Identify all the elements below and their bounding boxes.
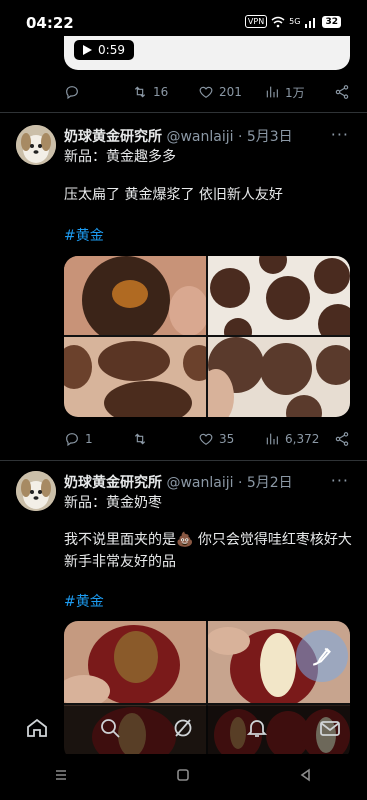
tweet-actions: 1 35 6,372 [64,429,350,449]
heart-icon [199,86,213,99]
like-count: 35 [219,432,235,446]
share-button[interactable] [334,431,350,447]
media-image-1[interactable] [64,621,206,703]
nav-home[interactable] [25,716,49,744]
media-image-1[interactable] [64,256,206,335]
signal-icon [305,17,316,28]
media-image-3[interactable] [64,337,206,417]
reply-button[interactable]: 1 [64,431,132,447]
reply-button[interactable] [64,84,132,100]
share-icon [335,432,349,446]
status-icons: VPN 5G 32 [244,15,341,28]
view-count: 1万 [285,85,305,100]
author-name[interactable]: 奶球黄金研究所 [64,129,162,145]
avatar[interactable] [16,471,56,511]
like-button[interactable]: 201 [198,84,264,100]
video-duration: 0:59 [98,43,125,57]
system-nav-bar [0,754,367,800]
vpn-badge: VPN [244,15,268,28]
search-icon [101,719,120,738]
nav-messages[interactable] [318,716,342,744]
reply-count: 1 [85,432,93,446]
heart-icon [199,433,213,446]
clock: 04:22 [26,14,74,32]
square-icon [177,769,190,781]
views-button[interactable]: 6,372 [264,431,334,447]
views-icon [266,433,278,445]
mail-icon [320,721,341,736]
tweet-date[interactable]: · 5月2日 [238,475,293,491]
retweet-icon [134,86,146,98]
like-count: 201 [219,85,242,99]
prev-tweet-actions: 16 201 1万 [64,82,350,102]
author-line: 奶球黄金研究所 @wanlaiji · 5月3日 [64,126,293,146]
reply-icon [66,433,78,447]
media-grid [64,256,350,417]
views-button[interactable]: 1万 [264,84,334,101]
retweet-count: 16 [153,85,169,99]
bell-icon [246,720,268,737]
tweet-text-line-1: 新品：黄金趣多多 [64,149,176,165]
bottom-nav [0,706,367,754]
retweet-button[interactable]: 16 [132,84,198,100]
compose-button[interactable] [296,630,348,682]
video-thumbnail[interactable]: 0:59 [64,36,350,70]
compose-icon [313,647,331,666]
share-icon [335,85,349,99]
menu-icon [56,770,67,780]
author-handle[interactable]: @wanlaiji [166,475,233,491]
author-handle[interactable]: @wanlaiji [166,129,233,145]
wifi-icon [271,16,285,27]
author-name[interactable]: 奶球黄金研究所 [64,475,162,491]
back-icon [300,768,310,782]
dog-avatar-image [16,125,56,165]
play-icon [83,45,93,55]
tweet-text-line-1: 新品：黄金奶枣 [64,495,162,511]
system-home-button[interactable] [175,767,191,787]
tweet-date[interactable]: · 5月3日 [238,129,293,145]
network-type: 5G [289,17,301,26]
nav-notifications[interactable] [245,716,269,744]
system-back-button[interactable] [298,767,314,787]
like-button[interactable]: 35 [198,431,264,447]
tweet[interactable]: 奶球黄金研究所 @wanlaiji · 5月3日 ··· 新品：黄金趣多多 压太… [0,113,367,460]
share-button[interactable] [334,84,350,100]
recent-apps-button[interactable] [53,767,69,787]
view-count: 6,372 [285,432,320,446]
author-line: 奶球黄金研究所 @wanlaiji · 5月2日 [64,472,293,492]
media-image-4[interactable] [208,337,350,417]
home-icon [26,718,47,737]
hashtag-link[interactable]: #黄金 [64,591,104,611]
video-duration-pill[interactable]: 0:59 [74,40,134,60]
nav-search[interactable] [98,716,122,744]
tweet-text-body: 我不说里面夹的是💩 你只会觉得哇红枣核好大 新手非常友好的品 [64,532,352,570]
retweet-icon [134,433,146,445]
tweet-text-line-2: 压太扁了 黄金爆浆了 依旧新人友好 [64,187,283,203]
more-options-icon[interactable]: ··· [331,471,349,490]
grok-icon [175,719,192,737]
nav-grok[interactable] [171,716,195,744]
dog-avatar-image [16,471,56,511]
media-image-2[interactable] [208,256,350,335]
battery-level: 32 [322,15,341,28]
avatar[interactable] [16,125,56,165]
reply-icon [66,86,78,100]
hashtag-link[interactable]: #黄金 [64,225,104,245]
more-options-icon[interactable]: ··· [331,125,349,144]
views-icon [266,86,278,98]
retweet-button[interactable] [132,431,198,447]
